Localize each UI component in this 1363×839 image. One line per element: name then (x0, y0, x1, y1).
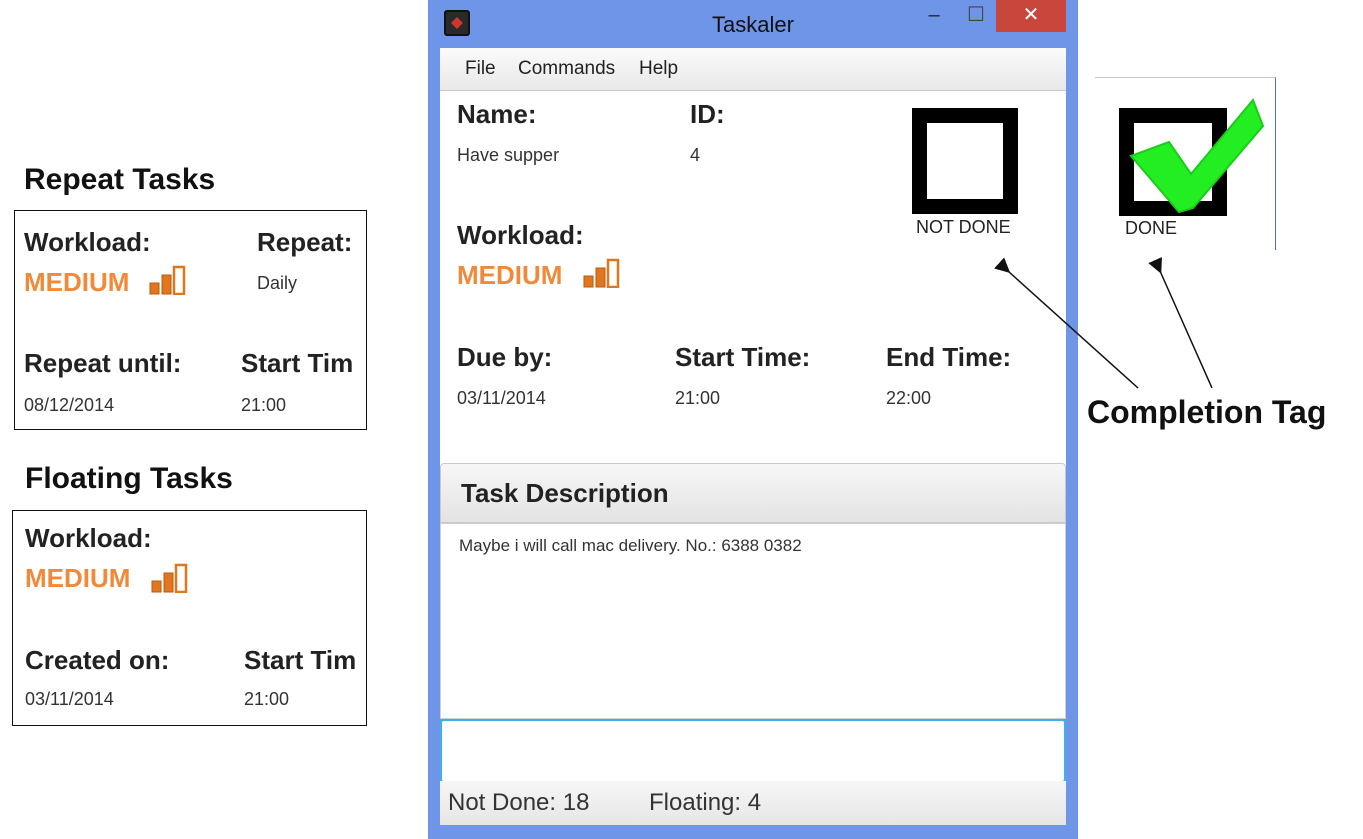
floating-count: Floating: 4 (649, 789, 762, 816)
done-tag-example: DONE (1095, 77, 1276, 250)
not-done-count: Not Done: 18 (448, 789, 590, 816)
start-time-value: 21:00 (675, 388, 721, 408)
workload-label: Workload: (25, 523, 152, 553)
workload-label: Workload: (24, 227, 151, 257)
id-value: 4 (690, 145, 701, 165)
task-detail-panel: Name: Have supper ID: 4 Workload: MEDIUM… (440, 91, 1066, 719)
minimize-button[interactable]: – (916, 0, 952, 32)
start-time-label: Start Tim (241, 348, 354, 378)
workload-value: MEDIUM (25, 563, 131, 593)
command-input[interactable] (440, 719, 1066, 783)
checkmark-icon (1129, 98, 1265, 214)
id-label: ID: (690, 99, 725, 129)
task-description-text-area[interactable]: Maybe i will call mac delivery. No.: 638… (440, 523, 1066, 719)
start-time-label: Start Time: (675, 342, 811, 372)
created-on-value: 03/11/2014 (25, 689, 114, 709)
completion-tag-label: NOT DONE (916, 217, 1011, 237)
close-button[interactable]: ✕ (996, 0, 1066, 32)
task-description-title: Task Description (461, 478, 669, 508)
repeat-tasks-heading: Repeat Tasks (24, 163, 216, 196)
due-by-value: 03/11/2014 (457, 388, 546, 408)
title-bar[interactable]: Taskaler – ☐ ✕ (428, 0, 1078, 46)
start-time-value: 21:00 (241, 395, 287, 415)
floating-tasks-heading: Floating Tasks (25, 462, 233, 495)
task-description-header[interactable]: Task Description (440, 463, 1066, 523)
repeat-value: Daily (257, 273, 298, 293)
start-time-value: 21:00 (244, 689, 290, 709)
completion-tag-annotation: Completion Tag (1087, 394, 1327, 430)
start-time-label: Start Tim (244, 645, 357, 675)
menu-bar: File Commands Help (440, 48, 1066, 91)
workload-bars-icon (583, 258, 620, 288)
created-on-label: Created on: (25, 645, 170, 675)
task-description-text: Maybe i will call mac delivery. No.: 638… (459, 536, 802, 555)
floating-task-card: Workload: MEDIUM Created on: 03/11/2014 … (12, 510, 367, 726)
workload-bars-icon (149, 265, 186, 295)
taskaler-window: Taskaler – ☐ ✕ File Commands Help Name: … (428, 0, 1078, 839)
end-time-value: 22:00 (886, 388, 932, 408)
workload-value: MEDIUM (457, 260, 563, 290)
menu-commands[interactable]: Commands (518, 58, 615, 80)
checkbox-empty-icon[interactable] (912, 108, 1018, 214)
name-label: Name: (457, 99, 537, 129)
due-by-label: Due by: (457, 342, 553, 372)
repeat-until-label: Repeat until: (24, 348, 182, 378)
repeat-label: Repeat: (257, 227, 353, 257)
menu-file[interactable]: File (465, 58, 496, 80)
status-bar: Not Done: 18 Floating: 4 (440, 781, 1066, 825)
menu-help[interactable]: Help (639, 58, 678, 80)
name-value: Have supper (457, 145, 560, 165)
workload-label: Workload: (457, 220, 584, 250)
done-label: DONE (1125, 218, 1178, 238)
repeat-task-card: Workload: MEDIUM Repeat: Daily Repeat un… (14, 210, 367, 430)
arrow-icon (994, 256, 1213, 389)
repeat-until-value: 08/12/2014 (24, 395, 115, 415)
maximize-button[interactable]: ☐ (956, 0, 996, 32)
workload-bars-icon (151, 563, 188, 593)
workload-value: MEDIUM (24, 267, 130, 297)
